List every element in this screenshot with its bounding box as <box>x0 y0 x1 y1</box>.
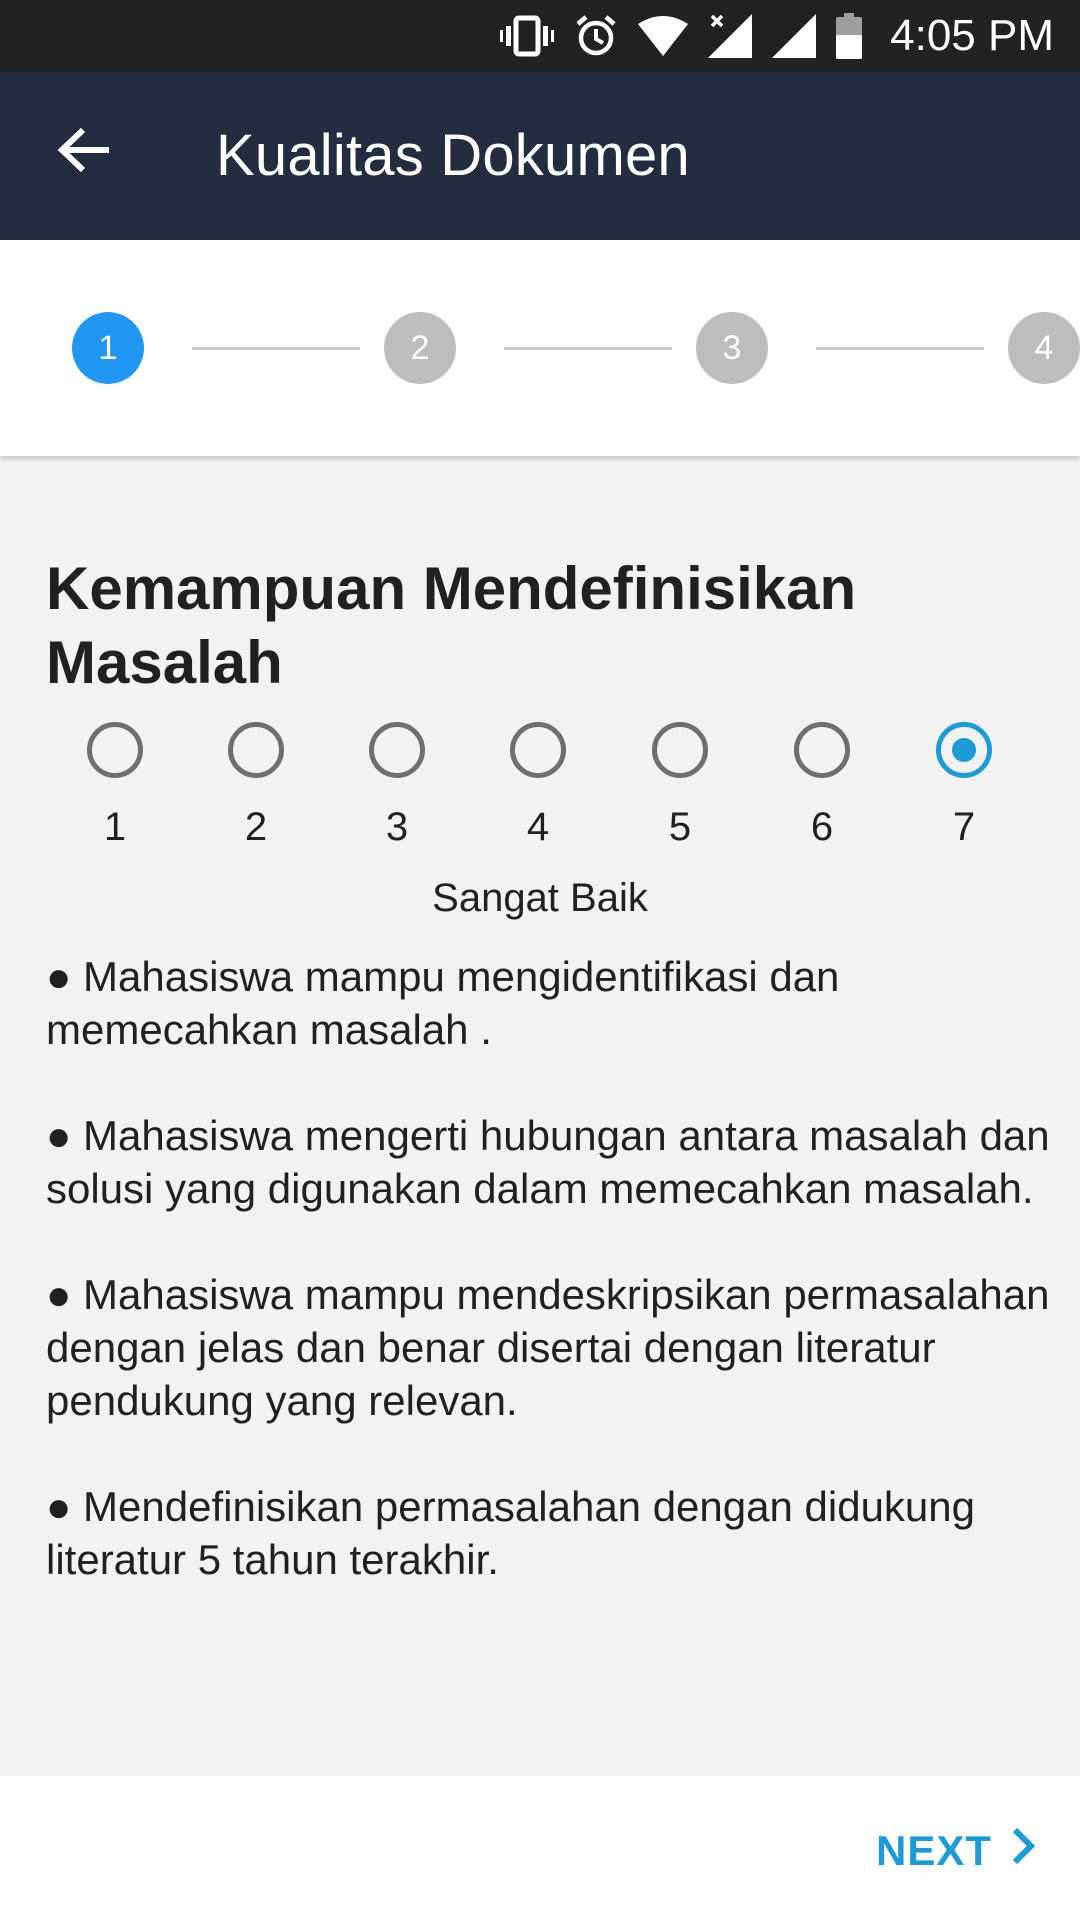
status-time: 4:05 PM <box>890 11 1054 60</box>
question-title: Kemampuan Mendefinisikan Masalah <box>46 555 857 696</box>
rating-option-label: 2 <box>244 805 268 849</box>
rating-radio-group: 1 2 3 4 5 6 7 <box>0 720 1080 860</box>
step-3[interactable]: 3 <box>696 312 768 384</box>
step-4[interactable]: 4 <box>1008 312 1080 384</box>
step-2[interactable]: 2 <box>384 312 456 384</box>
criteria-item: ● Mahasiswa mampu mengidentifikasi dan m… <box>46 953 840 1053</box>
radio-checked-icon <box>936 722 992 778</box>
bottom-bar: NEXT <box>0 1776 1080 1920</box>
battery-icon <box>836 13 863 59</box>
page-title: Kualitas Dokumen <box>216 123 690 188</box>
signal-no-data-icon <box>708 14 753 58</box>
rating-option-6[interactable]: 6 <box>762 720 882 860</box>
criteria-list: ● Mahasiswa mampu mengidentifikasi dan m… <box>46 950 1056 1639</box>
back-button[interactable] <box>44 112 124 192</box>
rating-option-4[interactable]: 4 <box>478 720 598 860</box>
radio-unchecked-icon <box>228 722 284 778</box>
rating-option-1[interactable]: 1 <box>55 720 175 860</box>
rating-option-5[interactable]: 5 <box>620 720 740 860</box>
alarm-icon <box>574 14 618 58</box>
wifi-icon <box>638 16 689 56</box>
step-connector <box>192 347 360 350</box>
signal-icon <box>772 14 817 58</box>
rating-option-2[interactable]: 2 <box>196 720 316 860</box>
rating-option-7[interactable]: 7 <box>904 720 1024 860</box>
rating-option-label: 1 <box>103 805 127 849</box>
radio-unchecked-icon <box>510 722 566 778</box>
rating-option-3[interactable]: 3 <box>337 720 457 860</box>
arrow-back-icon <box>57 126 111 179</box>
radio-dot <box>952 738 976 762</box>
criteria-item: ● Mahasiswa mampu mendeskripsikan permas… <box>46 1271 1050 1424</box>
stepper: 1 2 3 4 <box>0 240 1080 456</box>
chevron-right-icon <box>1010 1826 1036 1876</box>
vibrate-icon <box>500 14 555 58</box>
rating-option-label: 4 <box>526 805 550 849</box>
radio-unchecked-icon <box>87 722 143 778</box>
rating-option-label: 3 <box>385 805 409 849</box>
rating-option-label: 7 <box>952 805 976 849</box>
next-label: NEXT <box>875 1827 992 1874</box>
criteria-item: ● Mendefinisikan permasalahan dengan did… <box>46 1483 976 1583</box>
rating-option-label: 6 <box>810 805 834 849</box>
rating-option-label: 5 <box>668 805 692 849</box>
status-bar: 4:05 PM <box>0 0 1080 72</box>
step-connector <box>504 347 672 350</box>
app-bar: Kualitas Dokumen <box>0 72 1080 240</box>
step-1[interactable]: 1 <box>72 312 144 384</box>
criteria-item: ● Mahasiswa mengerti hubungan antara mas… <box>46 1112 1050 1212</box>
selected-rating-label: Sangat Baik <box>432 876 648 920</box>
radio-unchecked-icon <box>652 722 708 778</box>
radio-unchecked-icon <box>794 722 850 778</box>
next-button[interactable]: NEXT <box>876 1816 1036 1886</box>
step-connector <box>816 347 984 350</box>
radio-unchecked-icon <box>369 722 425 778</box>
